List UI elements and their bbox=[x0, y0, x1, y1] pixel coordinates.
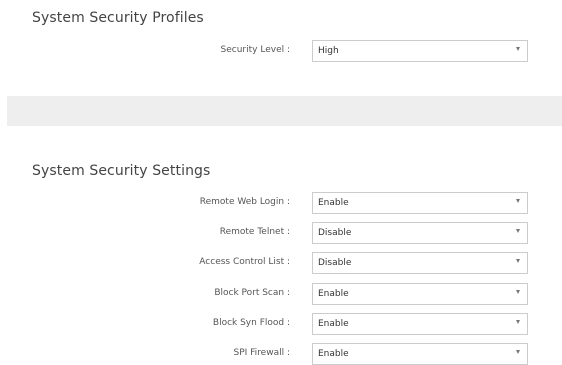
access-control-list-select[interactable]: Disable bbox=[312, 252, 528, 274]
remote-web-login-value: Enable bbox=[318, 198, 349, 208]
block-port-scan-select[interactable]: Enable bbox=[312, 283, 528, 305]
block-syn-flood-select[interactable]: Enable bbox=[312, 313, 528, 335]
security-level-row: Security Level : High bbox=[0, 40, 562, 64]
security-level-value: High bbox=[318, 46, 339, 56]
remote-telnet-label: Remote Telnet : bbox=[219, 227, 290, 237]
block-port-scan-label: Block Port Scan : bbox=[214, 288, 290, 298]
spi-firewall-select[interactable]: Enable bbox=[312, 343, 528, 365]
access-control-list-row: Access Control List : Disable bbox=[0, 252, 562, 276]
chevron-down-icon bbox=[516, 47, 520, 51]
spi-firewall-value: Enable bbox=[318, 349, 349, 359]
remote-telnet-select[interactable]: Disable bbox=[312, 222, 528, 244]
spi-firewall-label: SPI Firewall : bbox=[233, 348, 291, 358]
block-port-scan-value: Enable bbox=[318, 289, 349, 299]
remote-telnet-value: Disable bbox=[318, 228, 352, 238]
chevron-down-icon bbox=[516, 229, 520, 233]
remote-web-login-select[interactable]: Enable bbox=[312, 192, 528, 214]
block-syn-flood-value: Enable bbox=[318, 319, 349, 329]
access-control-list-label: Access Control List : bbox=[199, 257, 290, 267]
block-syn-flood-row: Block Syn Flood : Enable bbox=[0, 313, 562, 337]
access-control-list-value: Disable bbox=[318, 258, 352, 268]
settings-section-title: System Security Settings bbox=[32, 163, 211, 179]
chevron-down-icon bbox=[516, 259, 520, 263]
remote-telnet-row: Remote Telnet : Disable bbox=[0, 222, 562, 246]
chevron-down-icon bbox=[516, 320, 520, 324]
profiles-section-title: System Security Profiles bbox=[32, 10, 204, 26]
block-syn-flood-label: Block Syn Flood : bbox=[212, 318, 290, 328]
section-divider bbox=[7, 96, 562, 126]
spi-firewall-row: SPI Firewall : Enable bbox=[0, 343, 562, 365]
chevron-down-icon bbox=[516, 290, 520, 294]
security-level-label: Security Level : bbox=[220, 45, 290, 55]
block-port-scan-row: Block Port Scan : Enable bbox=[0, 283, 562, 307]
remote-web-login-row: Remote Web Login : Enable bbox=[0, 192, 562, 216]
remote-web-login-label: Remote Web Login : bbox=[199, 197, 290, 207]
security-page: System Security Profiles Security Level … bbox=[0, 0, 562, 365]
chevron-down-icon bbox=[516, 350, 520, 354]
security-level-select[interactable]: High bbox=[312, 40, 528, 62]
chevron-down-icon bbox=[516, 199, 520, 203]
